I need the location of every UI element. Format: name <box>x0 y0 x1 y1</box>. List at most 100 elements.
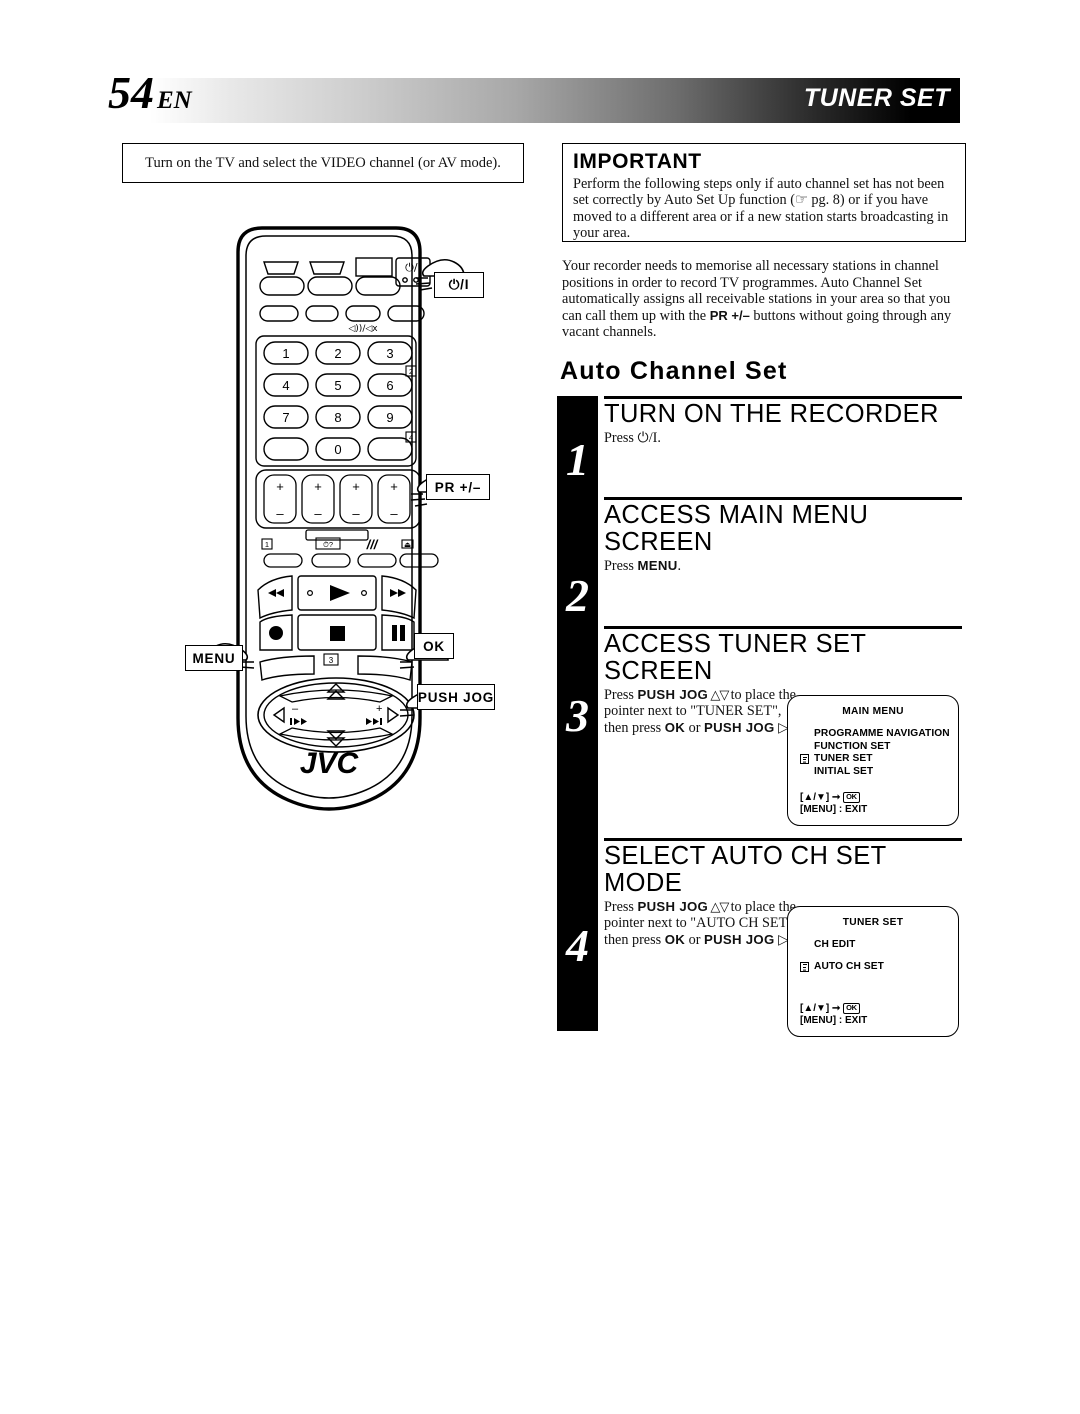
svg-text:⏏: ⏏ <box>404 540 411 549</box>
osd-item-tuner-set: TUNER SET <box>800 753 958 766</box>
osd-footer-navigate: [▲/▼] ➞ OK <box>800 792 867 804</box>
jvc-logo: JVC <box>300 747 360 780</box>
osd-item-ch-edit: CH EDIT <box>800 939 958 952</box>
osd-item-label: TUNER SET <box>814 753 873 765</box>
osd-item-label: AUTO CH SET <box>814 960 884 972</box>
svg-text:–: – <box>314 506 322 521</box>
svg-text:4: 4 <box>282 378 289 393</box>
osd-footer-arrows: [▲/▼] ➞ <box>800 1003 844 1014</box>
step-4-heading: SELECT AUTO CH SET MODE <box>604 842 887 897</box>
intro-pr-buttons: PR +/– <box>709 307 750 323</box>
svg-text:4: 4 <box>409 435 413 442</box>
step-1-body: Press ⏻/I. <box>604 430 800 446</box>
svg-text:6: 6 <box>386 378 393 393</box>
osd-main-menu: MAIN MENU PROGRAMME NAVIGATION FUNCTION … <box>787 695 959 826</box>
important-box: IMPORTANT Perform the following steps on… <box>562 143 966 242</box>
step-1-heading: TURN ON THE RECORDER <box>604 400 939 428</box>
step-2-menu-key: MENU <box>637 558 678 573</box>
svg-text:+: + <box>352 479 360 494</box>
svg-text:8: 8 <box>334 410 341 425</box>
callout-push-jog-label: PUSH JOG <box>417 689 495 705</box>
step-number-1: 1 <box>566 434 589 485</box>
callout-power-button: ⏻/I <box>434 272 484 298</box>
osd-footer-navigate: [▲/▼] ➞ OK <box>800 1003 867 1015</box>
step-3-heading: ACCESS TUNER SET SCREEN <box>604 630 866 685</box>
intro-paragraph: Your recorder needs to memorise all nece… <box>562 258 970 341</box>
header-gradient-bar: TUNER SET <box>150 78 960 123</box>
svg-text:9: 9 <box>386 410 393 425</box>
step-3-pushjog-key: PUSH JOG <box>637 687 709 702</box>
step-number-4: 4 <box>566 920 589 971</box>
step-2-body: Press MENU. <box>604 558 800 574</box>
svg-text:+: + <box>390 479 398 494</box>
step-2-heading: ACCESS MAIN MENU SCREEN <box>604 501 869 556</box>
svg-text:–: – <box>390 506 398 521</box>
callout-pr-label: PR +/– <box>434 479 482 495</box>
step-4-divider <box>604 838 962 841</box>
step-1-body-pre: Press <box>604 430 638 446</box>
step-2-divider <box>604 497 962 500</box>
page-number: 54 EN <box>108 67 192 118</box>
osd-item-auto-ch-set: AUTO CH SET <box>800 961 958 974</box>
step-2-body-pre: Press <box>604 558 638 574</box>
svg-text:5: 5 <box>334 378 341 393</box>
osd-main-menu-items: PROGRAMME NAVIGATION FUNCTION SET TUNER … <box>788 728 958 778</box>
svg-text:0: 0 <box>334 442 341 457</box>
ok-icon: OK <box>843 1003 860 1014</box>
pointer-icon <box>800 754 809 765</box>
callout-menu-button: MENU <box>185 645 243 671</box>
osd-footer-arrows: [▲/▼] ➞ <box>800 792 844 803</box>
step-4-ok-key: OK <box>664 931 686 947</box>
osd-item-label: INITIAL SET <box>814 765 874 777</box>
header-section-title: TUNER SET <box>803 84 950 112</box>
svg-text:◁))/◁x: ◁))/◁x <box>348 324 378 334</box>
svg-text:2: 2 <box>409 369 413 376</box>
important-body: Perform the following steps only if auto… <box>573 176 949 242</box>
step-3-ok-key: OK <box>664 719 686 735</box>
step-1-body-post: ⏻/I. <box>637 430 661 446</box>
osd-main-menu-title: MAIN MENU <box>842 706 904 717</box>
callout-ok-button: OK <box>414 633 454 659</box>
callout-ok-label: OK <box>423 638 445 654</box>
svg-text:–: – <box>352 506 360 521</box>
svg-text:+: + <box>314 479 322 494</box>
step-4-body: Press PUSH JOG △▽ to place the pointer n… <box>604 899 800 948</box>
step-3-body: Press PUSH JOG △▽ to place the pointer n… <box>604 687 800 736</box>
step-1: TURN ON THE RECORDER Press ⏻/I. <box>604 396 966 446</box>
step-2: ACCESS MAIN MENU SCREEN Press MENU. <box>604 497 966 574</box>
svg-text:–: – <box>292 703 299 715</box>
remote-control-illustration: ⏻/I ◁))/◁x 1 2 3 4 5 6 7 8 9 0 2 4 + + +… <box>180 218 510 828</box>
osd-tuner-set-footer: [▲/▼] ➞ OK [MENU] : EXIT <box>800 1003 867 1027</box>
svg-text:1: 1 <box>265 540 269 549</box>
step-4-updown-arrows: △▽ <box>708 899 731 914</box>
svg-text:+: + <box>376 703 382 715</box>
tv-setup-note-text: Turn on the TV and select the VIDEO chan… <box>145 154 501 171</box>
step-number-3: 3 <box>566 690 589 741</box>
svg-text:1: 1 <box>282 346 289 361</box>
callout-push-jog: PUSH JOG <box>417 684 495 710</box>
svg-text:+: + <box>276 479 284 494</box>
important-title: IMPORTANT <box>573 150 702 173</box>
svg-text:2: 2 <box>334 346 341 361</box>
step-3-line2-mid: or <box>685 719 704 736</box>
tv-setup-note-box: Turn on the TV and select the VIDEO chan… <box>122 143 524 183</box>
step-4-line1-pre: Press <box>604 899 638 915</box>
step-3-pushjog-key-2: PUSH JOG <box>704 719 775 735</box>
step-3-updown-arrows: △▽ <box>708 687 731 702</box>
svg-text:⏻/I: ⏻/I <box>405 261 421 274</box>
svg-text:⏱?: ⏱? <box>323 540 333 549</box>
step-3-line1-pre: Press <box>604 687 638 703</box>
osd-item-label: CH EDIT <box>814 939 856 950</box>
callout-pr-buttons: PR +/– <box>426 474 490 500</box>
osd-item-programme-navigation: PROGRAMME NAVIGATION <box>800 728 958 741</box>
svg-text:–: – <box>276 506 284 521</box>
osd-item-label: FUNCTION SET <box>814 740 891 752</box>
step-4-pushjog-key-2: PUSH JOG <box>704 931 775 947</box>
ok-icon: OK <box>843 792 860 803</box>
osd-tuner-set-title: TUNER SET <box>842 917 904 928</box>
osd-footer-exit: [MENU] : EXIT <box>800 804 868 815</box>
osd-main-menu-footer: [▲/▼] ➞ OK [MENU] : EXIT <box>800 792 867 816</box>
step-4-pushjog-key: PUSH JOG <box>637 899 709 914</box>
osd-tuner-set: TUNER SET CH EDIT AUTO CH SET [▲/▼] ➞ OK… <box>787 906 959 1037</box>
callout-power-label: ⏻/I <box>448 277 470 292</box>
